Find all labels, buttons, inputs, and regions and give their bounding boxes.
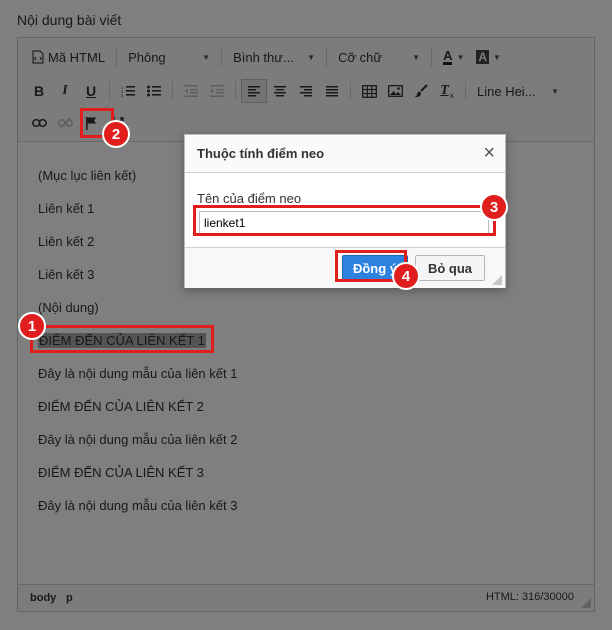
annotation-marker-1: 1 (18, 312, 46, 340)
annotation-marker-3: 3 (480, 193, 508, 221)
anchor-name-label: Tên của điểm neo (197, 191, 302, 206)
annotation-marker-2: 2 (102, 120, 130, 148)
dialog-header: Thuộc tính điểm neo × (185, 135, 505, 173)
cancel-button[interactable]: Bỏ qua (415, 255, 485, 281)
dialog-resize-handle[interactable] (492, 275, 502, 285)
annotation-box-1 (30, 325, 214, 353)
annotation-box-3 (193, 205, 496, 236)
dialog-title: Thuộc tính điểm neo (197, 146, 325, 161)
modal-overlay (0, 0, 612, 630)
close-icon[interactable]: × (483, 142, 495, 165)
annotation-marker-4: 4 (392, 262, 420, 290)
